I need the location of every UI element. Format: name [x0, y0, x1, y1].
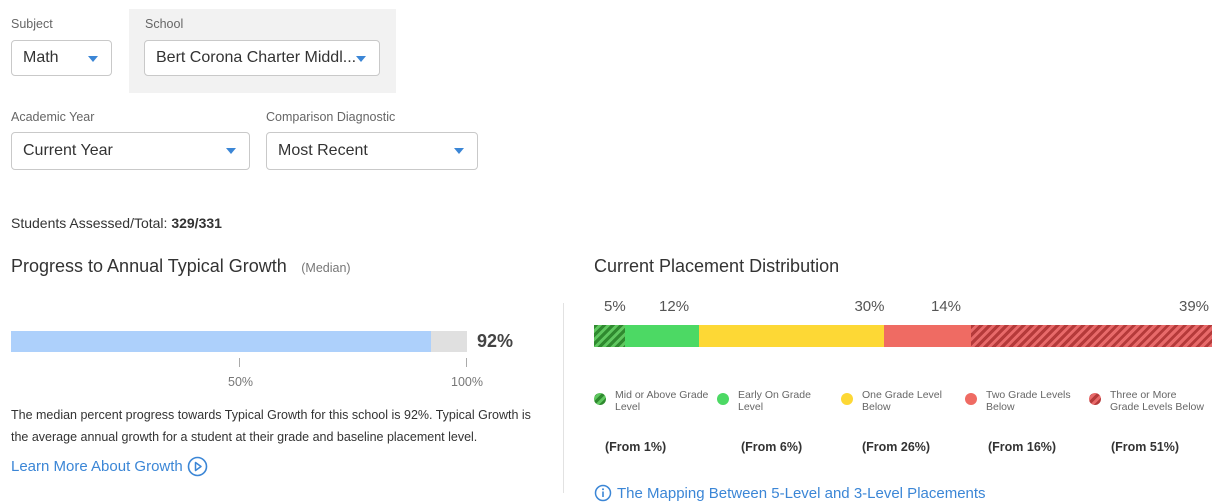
- placement-percent-label: 39%: [1179, 298, 1210, 315]
- legend-dot-icon: [841, 393, 853, 405]
- placement-segment: [699, 325, 885, 347]
- progress-description: The median percent progress towards Typi…: [11, 408, 531, 444]
- progress-heading: Progress to Annual Typical Growth (Media…: [11, 256, 351, 277]
- students-assessed: Students Assessed/Total: 329/331: [11, 215, 222, 231]
- chevron-down-icon: [88, 56, 98, 62]
- school-label: School: [145, 17, 184, 31]
- placement-segment: [884, 325, 971, 347]
- legend-from-value: (From 51%): [1111, 440, 1180, 454]
- subject-label: Subject: [11, 17, 53, 31]
- academic-year-value: Current Year: [23, 142, 113, 159]
- placement-percent-label: 14%: [930, 298, 961, 315]
- subject-value: Math: [23, 49, 59, 66]
- mapping-link[interactable]: The Mapping Between 5-Level and 3-Level …: [594, 484, 986, 502]
- progress-value: 92%: [477, 331, 514, 351]
- academic-year-select[interactable]: Current Year: [11, 132, 250, 170]
- progress-title: Progress to Annual Typical Growth: [11, 256, 287, 276]
- progress-subtitle: (Median): [301, 261, 351, 275]
- legend-from-value: (From 6%): [741, 440, 803, 454]
- students-assessed-label: Students Assessed/Total:: [11, 215, 168, 231]
- legend-label: Mid or Above Grade Level: [615, 389, 709, 413]
- tick-100-label: 100%: [451, 375, 483, 389]
- progress-bar-track: [11, 331, 467, 352]
- comparison-value: Most Recent: [278, 142, 368, 159]
- placement-bar: [594, 325, 1212, 347]
- legend-from-value: (From 26%): [862, 440, 931, 454]
- tick-50-mark: [239, 358, 240, 367]
- legend-label: Three or More Grade Levels Below: [1110, 389, 1204, 413]
- chevron-down-icon: [226, 148, 236, 154]
- subject-select[interactable]: Math: [11, 40, 112, 76]
- learn-more-link[interactable]: Learn More About Growth: [11, 456, 208, 477]
- comparison-label: Comparison Diagnostic: [266, 110, 396, 124]
- placement-segment: [970, 325, 1212, 347]
- school-select[interactable]: Bert Corona Charter Middl...: [144, 40, 380, 76]
- legend-from-value: (From 1%): [605, 440, 667, 454]
- legend-dot-icon: [965, 393, 977, 405]
- tick-50-label: 50%: [228, 375, 254, 389]
- legend-from-value: (From 16%): [988, 440, 1057, 454]
- placement-segment: [594, 325, 625, 347]
- mapping-link-label: The Mapping Between 5-Level and 3-Level …: [617, 484, 986, 502]
- chevron-down-icon: [454, 148, 464, 154]
- chevron-down-icon: [356, 56, 366, 62]
- placement-percent-label: 30%: [854, 298, 885, 315]
- info-icon: [594, 484, 612, 502]
- academic-year-label: Academic Year: [11, 110, 95, 124]
- legend-label: One Grade Level Below: [862, 389, 942, 413]
- tick-100-mark: [466, 358, 467, 367]
- students-assessed-value: 329/331: [171, 215, 222, 231]
- placement-title: Current Placement Distribution: [594, 256, 840, 276]
- comparison-select[interactable]: Most Recent: [266, 132, 478, 170]
- learn-more-label: Learn More About Growth: [11, 458, 183, 475]
- legend-dot-icon: [717, 393, 729, 405]
- school-value: Bert Corona Charter Middl...: [156, 49, 357, 66]
- legend-label: Early On Grade Level: [738, 389, 811, 413]
- legend-dot-icon: [594, 393, 606, 405]
- progress-bar-fill: [11, 331, 431, 352]
- play-circle-icon: [187, 456, 208, 477]
- placement-percent-label: 5%: [604, 298, 626, 315]
- legend-dot-icon: [1089, 393, 1101, 405]
- legend-label: Two Grade Levels Below: [986, 389, 1071, 413]
- placement-segment: [624, 325, 700, 347]
- placement-percent-label: 12%: [659, 298, 690, 315]
- section-divider: [563, 303, 564, 493]
